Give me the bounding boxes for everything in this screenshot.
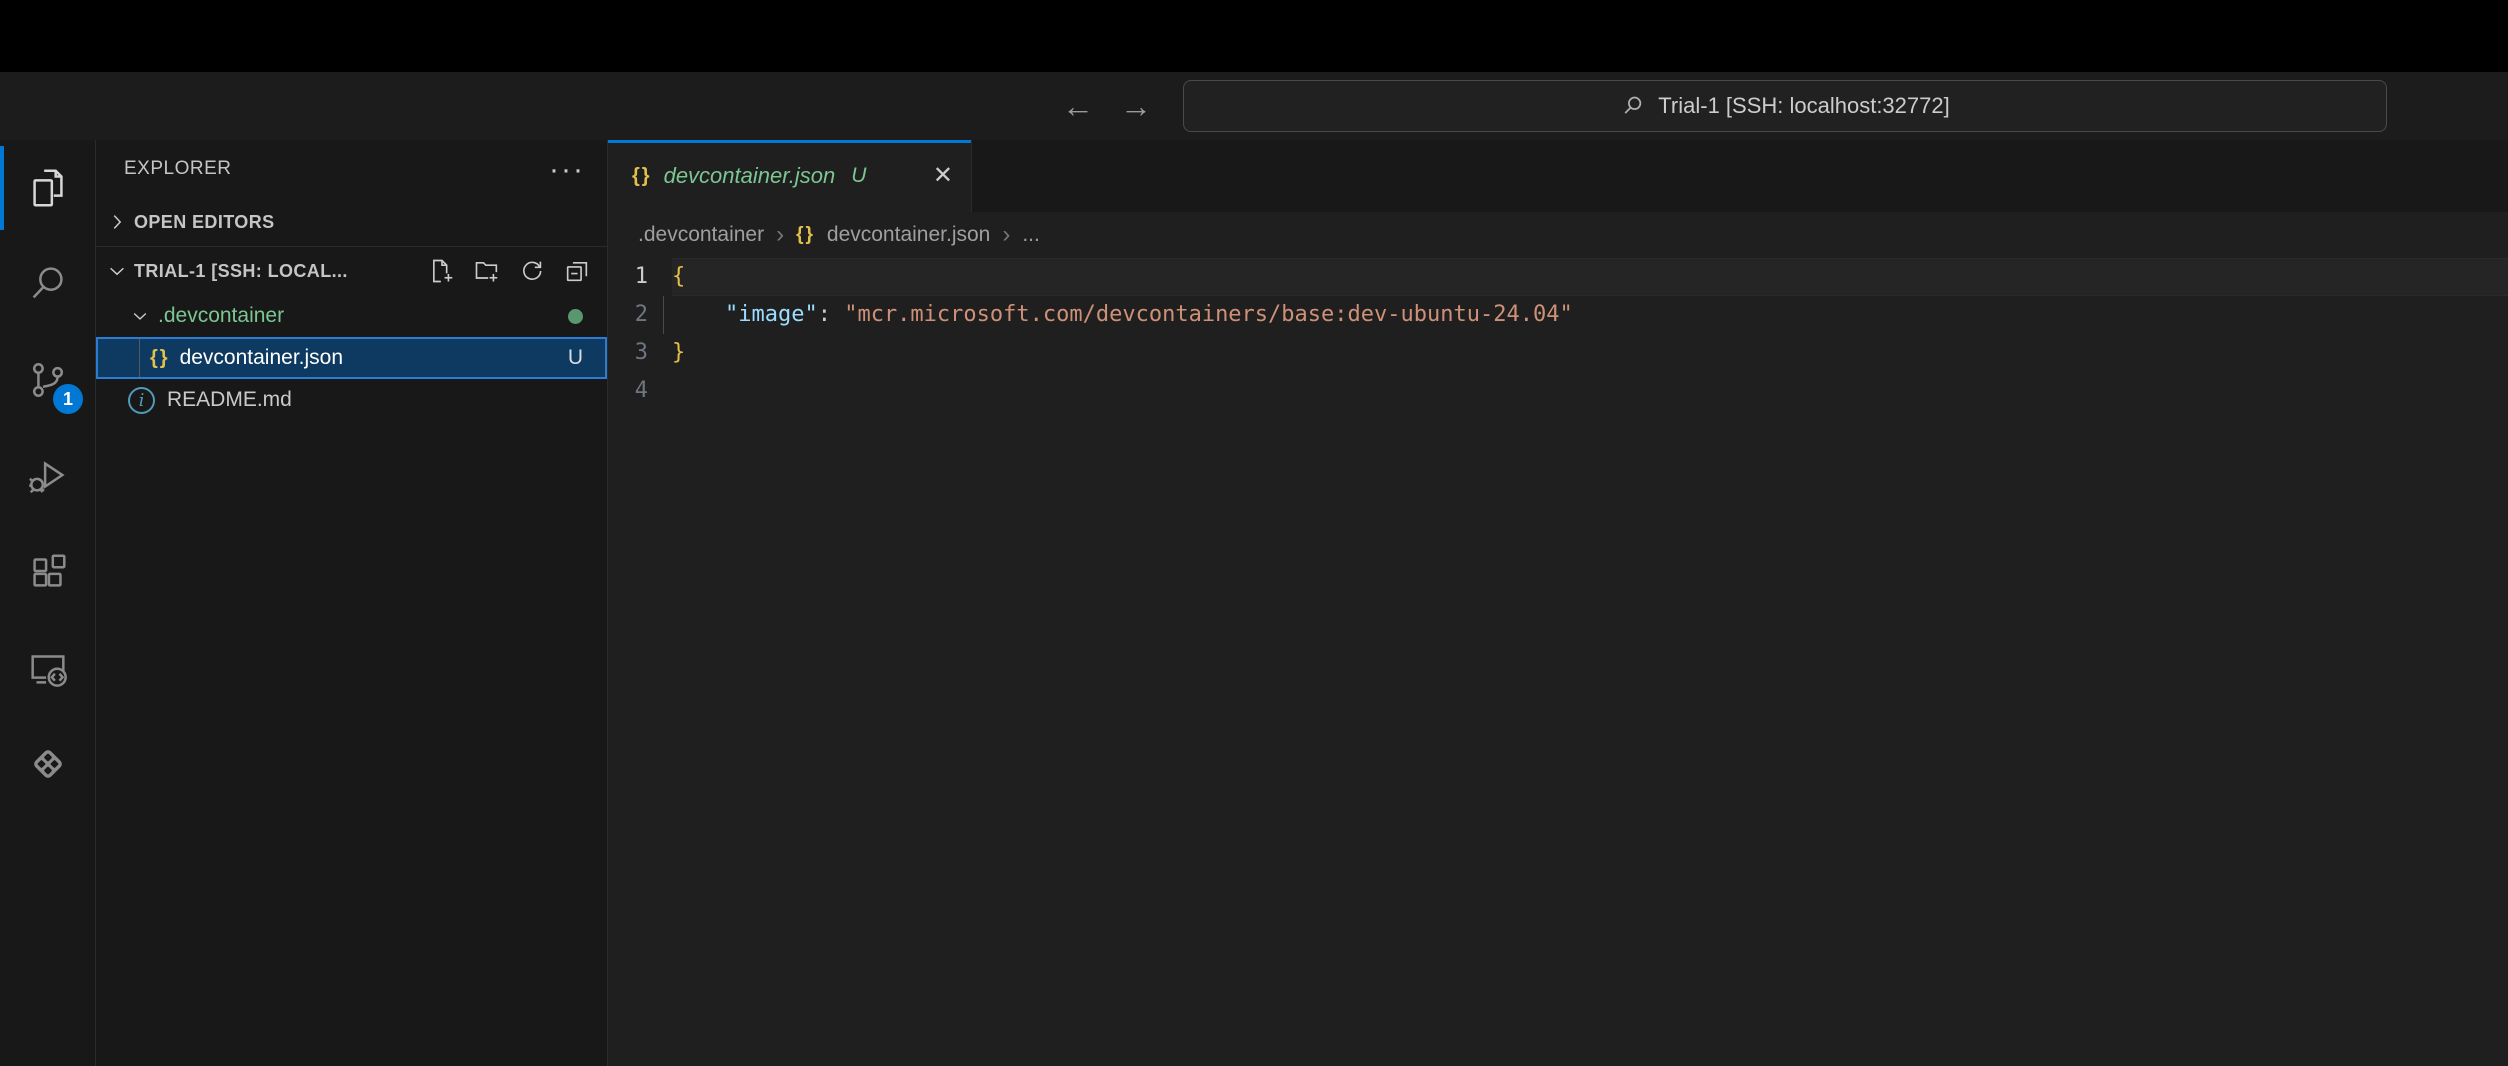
code-line-content: }	[672, 334, 2508, 372]
line-number: 4	[608, 372, 660, 410]
new-folder-icon[interactable]	[473, 257, 501, 285]
window-title: Trial-1 [SSH: localhost:32772]	[1658, 93, 1949, 119]
collapse-all-icon[interactable]	[563, 257, 591, 285]
open-editors-section[interactable]: OPEN EDITORS	[96, 198, 607, 246]
activitybar-containers[interactable]	[0, 716, 95, 812]
command-center-search[interactable]: Trial-1 [SSH: localhost:32772]	[1183, 80, 2387, 132]
workspace-label: TRIAL-1 [SSH: LOCAL...	[134, 261, 348, 282]
remote-explorer-icon	[25, 645, 71, 691]
colon-token: :	[818, 302, 845, 327]
line-number: 3	[608, 334, 660, 372]
code-line-4: 4	[608, 372, 2508, 410]
tab-git-badge: U	[851, 164, 866, 188]
folder-label: .devcontainer	[158, 304, 284, 328]
open-editors-label: OPEN EDITORS	[134, 212, 275, 233]
close-icon[interactable]: ✕	[933, 164, 953, 188]
files-icon	[25, 165, 71, 211]
json-file-icon: {}	[796, 224, 815, 246]
activitybar-remote-explorer[interactable]	[0, 620, 95, 716]
chevron-right-icon	[106, 211, 128, 233]
chevron-down-icon	[130, 306, 150, 326]
file-label: README.md	[167, 388, 292, 412]
activitybar-source-control[interactable]: 1	[0, 332, 95, 428]
macos-menubar-space	[0, 0, 2508, 72]
code-line-2: 2 "image": "mcr.microsoft.com/devcontain…	[608, 296, 2508, 334]
activitybar-extensions[interactable]	[0, 524, 95, 620]
chevron-down-icon	[106, 260, 128, 282]
source-control-badge: 1	[53, 384, 83, 414]
close-brace-token: }	[672, 340, 685, 365]
explorer-sidebar: EXPLORER ··· OPEN EDITORS TRIAL-1 [SSH: …	[96, 140, 608, 1066]
new-file-icon[interactable]	[428, 257, 456, 285]
search-icon	[25, 261, 71, 307]
tree-item-devcontainer-folder[interactable]: .devcontainer	[96, 295, 607, 337]
breadcrumb-symbol[interactable]: ...	[1022, 223, 1040, 247]
breadcrumb-separator: ›	[776, 223, 784, 247]
extensions-icon	[25, 549, 71, 595]
code-line-content	[672, 372, 2508, 410]
code-line-content: {	[672, 258, 2508, 296]
sidebar-title: EXPLORER	[124, 158, 231, 180]
activity-bar: 1	[0, 140, 96, 1066]
markdown-info-icon: i	[128, 387, 155, 414]
code-line-3: 3 }	[608, 334, 2508, 372]
tab-label: devcontainer.json	[664, 163, 836, 189]
tree-indent-guide	[139, 339, 140, 377]
tab-bar: {} devcontainer.json U ✕	[608, 140, 2508, 212]
explorer-actions	[428, 257, 591, 285]
breadcrumb-folder[interactable]: .devcontainer	[638, 223, 764, 247]
tree-item-devcontainer-json[interactable]: {} devcontainer.json U	[96, 337, 607, 379]
refresh-icon[interactable]	[518, 257, 546, 285]
tree-item-readme[interactable]: i README.md	[96, 379, 607, 421]
file-tree: .devcontainer {} devcontainer.json U i R…	[96, 295, 607, 421]
forward-icon[interactable]: →	[1120, 90, 1152, 122]
workspace-section-header[interactable]: TRIAL-1 [SSH: LOCAL...	[96, 247, 607, 295]
git-untracked-badge: U	[568, 346, 583, 370]
code-line-1: 1 {	[608, 258, 2508, 296]
code-editor[interactable]: 1 { 2 "image": "mcr.microsoft.com/devcon…	[608, 258, 2508, 1066]
title-bar: ← → Trial-1 [SSH: localhost:32772]	[0, 72, 2508, 140]
breadcrumb-separator: ›	[1002, 223, 1010, 247]
activitybar-run-debug[interactable]	[0, 428, 95, 524]
activitybar-explorer[interactable]	[0, 140, 95, 236]
back-icon[interactable]: ←	[1062, 90, 1094, 122]
json-file-icon: {}	[632, 165, 652, 188]
json-file-icon: {}	[150, 347, 170, 370]
breadcrumb-file[interactable]: devcontainer.json	[827, 223, 990, 247]
history-nav: ← →	[1062, 72, 1152, 140]
debug-icon	[25, 453, 71, 499]
more-actions-icon[interactable]: ···	[549, 162, 585, 177]
tab-devcontainer-json[interactable]: {} devcontainer.json U ✕	[608, 140, 972, 212]
indent-guide	[663, 296, 664, 334]
file-label: devcontainer.json	[180, 346, 343, 370]
activitybar-search[interactable]	[0, 236, 95, 332]
json-string-token: "mcr.microsoft.com/devcontainers/base:de…	[844, 302, 1572, 327]
code-line-content: "image": "mcr.microsoft.com/devcontainer…	[672, 296, 2508, 334]
line-number: 1	[608, 258, 660, 296]
line-number: 2	[608, 296, 660, 334]
editor-group: {} devcontainer.json U ✕ .devcontainer ›…	[608, 140, 2508, 1066]
open-brace-token: {	[672, 264, 685, 289]
indent-spaces	[672, 302, 725, 327]
sidebar-header: EXPLORER ···	[96, 140, 607, 198]
containers-icon	[25, 741, 71, 787]
breadcrumb: .devcontainer › {} devcontainer.json › .…	[608, 212, 2508, 258]
search-icon	[1620, 93, 1646, 119]
git-modified-dot	[568, 309, 583, 324]
json-key-token: "image"	[725, 302, 818, 327]
